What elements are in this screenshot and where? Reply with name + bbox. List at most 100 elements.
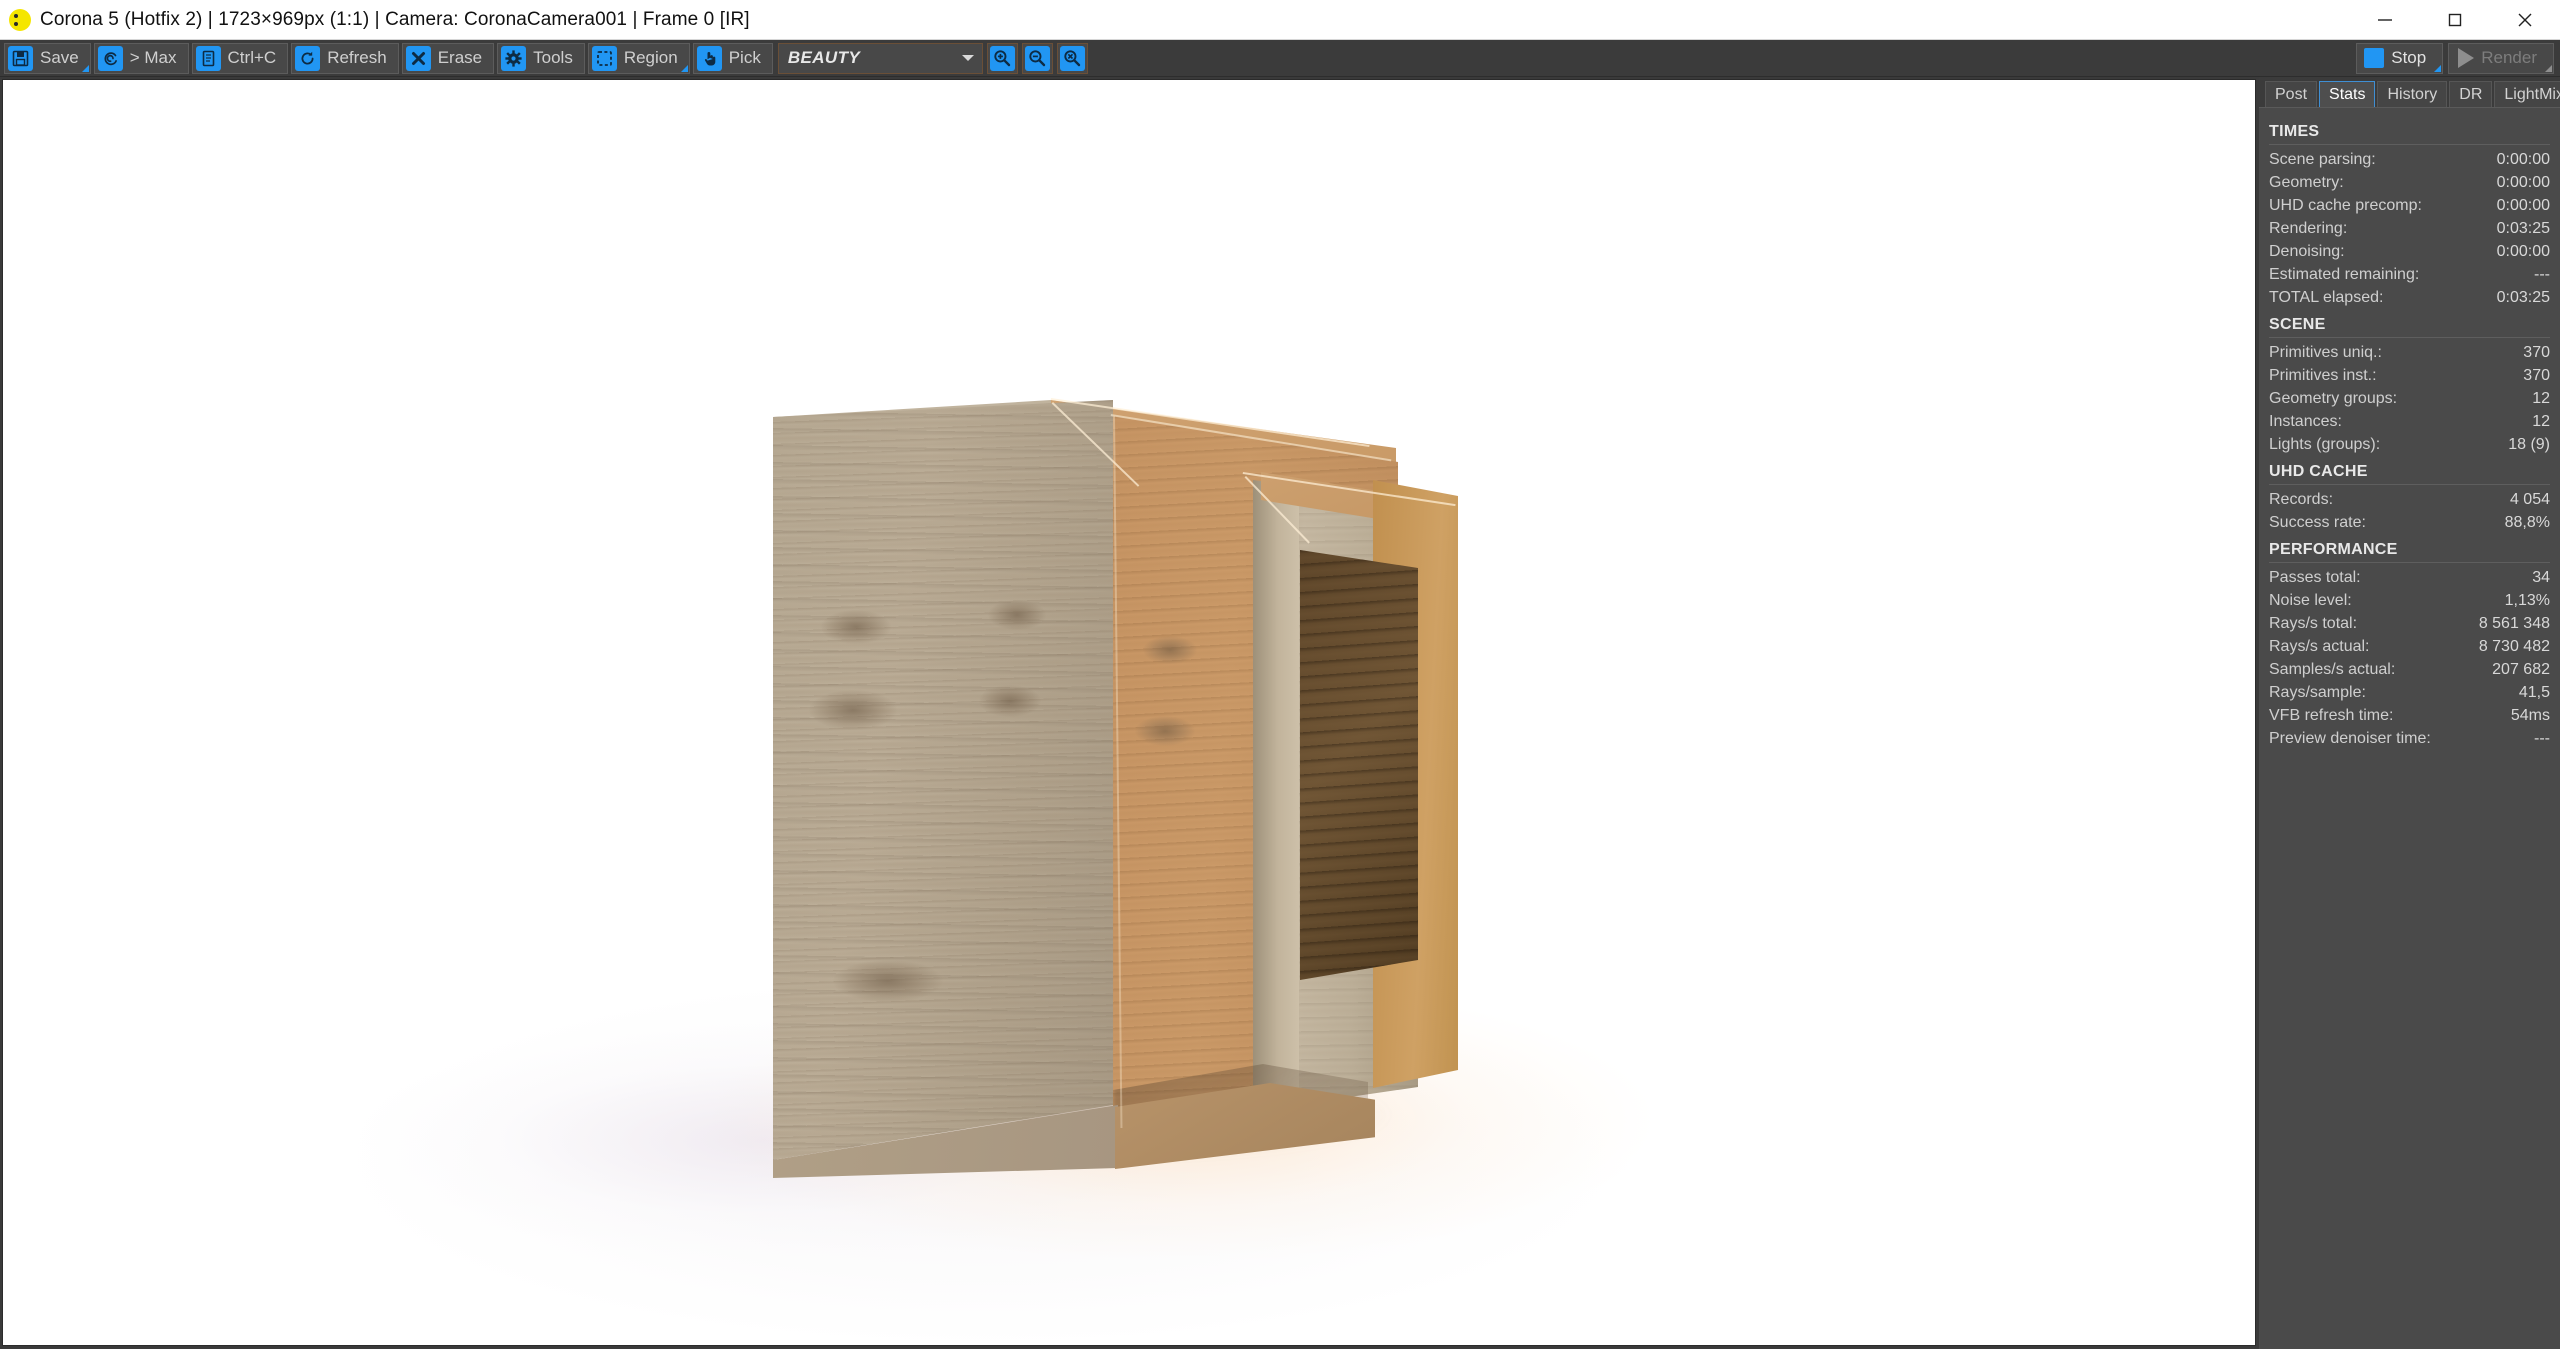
- stat-value: 370: [2523, 365, 2550, 386]
- close-icon[interactable]: [2490, 0, 2560, 40]
- maximize-icon[interactable]: [2420, 0, 2490, 40]
- tab-post[interactable]: Post: [2265, 81, 2317, 107]
- render-controls: Stop Render: [2351, 43, 2560, 74]
- render-canvas[interactable]: [2, 79, 2256, 1346]
- stat-value: 207 682: [2492, 659, 2550, 680]
- magnifier-plus-icon: [990, 46, 1015, 71]
- tools-button[interactable]: Tools: [497, 43, 585, 74]
- stat-row: Success rate:88,8%: [2269, 511, 2550, 534]
- zoom-out-button[interactable]: [1022, 43, 1053, 74]
- wood-knot: [809, 690, 897, 730]
- erase-button-label: Erase: [434, 48, 493, 68]
- pick-button[interactable]: Pick: [693, 43, 773, 74]
- hand-pointer-icon: [697, 46, 722, 71]
- section-times: TIMES Scene parsing:0:00:00 Geometry:0:0…: [2269, 116, 2550, 309]
- play-triangle-icon: [2458, 48, 2474, 68]
- tab-lightmix[interactable]: LightMix: [2494, 81, 2560, 107]
- window-title: Corona 5 (Hotfix 2) | 1723×969px (1:1) |…: [40, 9, 750, 31]
- stat-value: ---: [2534, 728, 2550, 749]
- stat-row: Rays/sample:41,5: [2269, 681, 2550, 704]
- stat-row: Lights (groups):18 (9): [2269, 433, 2550, 456]
- section-title: UHD CACHE: [2269, 456, 2550, 484]
- refresh-button[interactable]: Refresh: [291, 43, 399, 74]
- wood-knot: [821, 610, 891, 644]
- erase-button[interactable]: Erase: [402, 43, 494, 74]
- stat-value: 12: [2532, 388, 2550, 409]
- stat-row: Samples/s actual:207 682: [2269, 658, 2550, 681]
- stat-key: Rays/s actual:: [2269, 636, 2369, 657]
- title-bar: Corona 5 (Hotfix 2) | 1723×969px (1:1) |…: [0, 0, 2560, 40]
- stat-key: Estimated remaining:: [2269, 264, 2419, 285]
- render-dropdown-caret[interactable]: [2545, 65, 2552, 72]
- stat-value: 88,8%: [2505, 512, 2550, 533]
- region-dropdown-caret[interactable]: [681, 65, 688, 72]
- stat-row: Scene parsing: 0:00:00: [2269, 148, 2550, 171]
- stat-row: TOTAL elapsed: 0:03:25: [2269, 286, 2550, 309]
- stat-key: TOTAL elapsed:: [2269, 287, 2383, 308]
- minimize-icon[interactable]: [2350, 0, 2420, 40]
- toolbar: Save > Max Ctrl+C Refresh Erase Tools: [0, 40, 2560, 77]
- tab-history[interactable]: History: [2377, 81, 2447, 107]
- save-button[interactable]: Save: [4, 43, 91, 74]
- stat-value: 0:00:00: [2497, 195, 2550, 216]
- stat-value: 0:00:00: [2497, 241, 2550, 262]
- section-divider: [2269, 562, 2550, 563]
- magnifier-minus-icon: [1025, 46, 1050, 71]
- stop-button[interactable]: Stop: [2356, 43, 2443, 74]
- stat-value: 0:00:00: [2497, 149, 2550, 170]
- chevron-down-icon[interactable]: [962, 55, 974, 61]
- section-scene: SCENE Primitives uniq.:370 Primitives in…: [2269, 309, 2550, 456]
- copy-button[interactable]: Ctrl+C: [192, 43, 289, 74]
- corona-logo-icon: [9, 9, 31, 31]
- cavity-inner-grain: [1300, 550, 1418, 985]
- stat-row: Rendering:0:03:25: [2269, 217, 2550, 240]
- stat-key: Geometry:: [2269, 172, 2344, 193]
- stat-key: UHD cache precomp:: [2269, 195, 2422, 216]
- render-button[interactable]: Render: [2448, 43, 2554, 74]
- rendered-scene-image: [3, 80, 2255, 1345]
- stat-value: 8 561 348: [2479, 613, 2550, 634]
- stat-key: Geometry groups:: [2269, 388, 2397, 409]
- stop-square-icon: [2364, 48, 2384, 68]
- corona-swirl-icon: [98, 46, 123, 71]
- gear-icon: [501, 46, 526, 71]
- panel-tabs: Post Stats History DR LightMix: [2259, 77, 2560, 107]
- send-to-max-label: > Max: [126, 48, 188, 68]
- stat-key: Preview denoiser time:: [2269, 728, 2431, 749]
- stat-key: Scene parsing:: [2269, 149, 2376, 170]
- zoom-reset-button[interactable]: [1057, 43, 1088, 74]
- tab-dr[interactable]: DR: [2449, 81, 2492, 107]
- x-cross-icon: [406, 46, 431, 71]
- render-pass-value: BEAUTY: [779, 48, 860, 68]
- wood-knot: [1143, 636, 1197, 664]
- render-viewport[interactable]: [0, 77, 2259, 1349]
- stat-row: Geometry: 0:00:00: [2269, 171, 2550, 194]
- right-panel: Post Stats History DR LightMix TIMES Sce…: [2259, 77, 2560, 1349]
- stat-key: Denoising:: [2269, 241, 2345, 262]
- stat-value: 0:03:25: [2497, 287, 2550, 308]
- stat-row: Rays/s total: 8 561 348: [2269, 612, 2550, 635]
- region-button[interactable]: Region: [588, 43, 690, 74]
- stat-key: Rays/s total:: [2269, 613, 2357, 634]
- stat-key: Rendering:: [2269, 218, 2347, 239]
- window-controls: [2350, 0, 2560, 40]
- stop-button-label: Stop: [2391, 48, 2438, 68]
- save-dropdown-caret[interactable]: [82, 65, 89, 72]
- stat-key: Primitives inst.:: [2269, 365, 2377, 386]
- section-divider: [2269, 144, 2550, 145]
- tools-button-label: Tools: [529, 48, 584, 68]
- stat-row: VFB refresh time:54ms: [2269, 704, 2550, 727]
- tab-stats[interactable]: Stats: [2319, 81, 2375, 107]
- stop-dropdown-caret[interactable]: [2434, 65, 2441, 72]
- stat-value: 0:00:00: [2497, 172, 2550, 193]
- stat-key: Rays/sample:: [2269, 682, 2366, 703]
- stat-value: 54ms: [2511, 705, 2550, 726]
- inner-panel-rounded-edge: [1253, 472, 1299, 1118]
- dashed-region-icon: [592, 46, 617, 71]
- stat-value: 34: [2532, 567, 2550, 588]
- zoom-in-button[interactable]: [987, 43, 1018, 74]
- render-pass-select[interactable]: BEAUTY: [778, 43, 983, 74]
- stat-key: Noise level:: [2269, 590, 2352, 611]
- send-to-max-button[interactable]: > Max: [94, 43, 189, 74]
- stat-value: 18 (9): [2508, 434, 2550, 455]
